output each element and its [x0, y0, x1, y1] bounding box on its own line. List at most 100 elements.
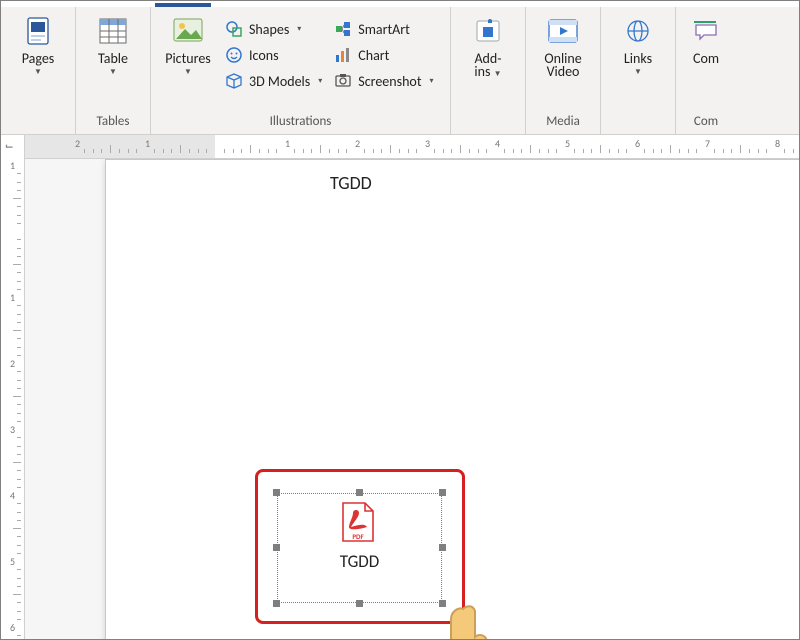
- ruler-tick: 7: [705, 137, 710, 150]
- group-label-illustrations: Illustrations: [151, 114, 450, 134]
- active-tab-underline: [155, 3, 211, 7]
- 3d-models-label: 3D Models: [249, 73, 310, 90]
- group-media: Online Video Media: [526, 7, 601, 134]
- pictures-icon: [172, 15, 204, 47]
- pictures-label: Pictures: [165, 51, 211, 66]
- ruler-tick: 1: [1, 291, 24, 304]
- ruler-tick: 5: [565, 137, 570, 150]
- embedded-object-label: TGDD: [277, 551, 442, 572]
- horizontal-ruler: 2112345678: [25, 135, 799, 159]
- screenshot-icon: [334, 72, 352, 90]
- group-links: Links ▼: [601, 7, 676, 134]
- chevron-down-icon: ▼: [184, 68, 192, 77]
- chart-icon: [334, 46, 352, 64]
- group-addins: Add- ins ▼: [451, 7, 526, 134]
- table-icon: [97, 15, 129, 47]
- icons-icon: [225, 46, 243, 64]
- pages-button[interactable]: Pages ▼: [7, 11, 69, 77]
- resize-handle-tl[interactable]: [273, 489, 280, 496]
- chevron-down-icon: ▾: [318, 76, 322, 86]
- pages-icon: [22, 15, 54, 47]
- chart-label: Chart: [358, 47, 389, 64]
- addins-label-l2: ins ▼: [474, 64, 501, 79]
- ruler-tick: 3: [425, 137, 430, 150]
- table-button[interactable]: Table ▼: [82, 11, 144, 77]
- ribbon: Pages ▼ Table ▼ Tables: [1, 7, 799, 135]
- ruler-tick: 2: [1, 357, 24, 370]
- table-label: Table: [98, 51, 128, 66]
- links-button[interactable]: Links ▼: [607, 11, 669, 77]
- comments-button[interactable]: Com: [682, 11, 730, 66]
- icons-label: Icons: [249, 47, 279, 64]
- 3d-models-button[interactable]: 3D Models ▾: [219, 69, 328, 93]
- online-video-l2: Video: [547, 64, 580, 79]
- group-tables: Table ▼ Tables: [76, 7, 151, 134]
- chevron-down-icon: ▼: [34, 68, 42, 77]
- smartart-button[interactable]: SmartArt: [328, 17, 439, 41]
- workspace: ⌙ 11234567 2112345678 TGDD: [1, 135, 799, 639]
- smartart-label: SmartArt: [358, 21, 410, 38]
- ruler-tick: 1: [1, 159, 24, 172]
- ruler-tick: 1: [145, 137, 150, 150]
- addins-icon: [472, 15, 504, 47]
- chevron-down-icon: ▼: [634, 68, 642, 77]
- page[interactable]: TGDD: [105, 159, 799, 639]
- online-video-button[interactable]: Online Video: [532, 11, 594, 80]
- ruler-tick: 2: [75, 137, 80, 150]
- addins-button[interactable]: Add- ins ▼: [457, 11, 519, 80]
- group-label-pages: [1, 114, 75, 134]
- resize-handle-tm[interactable]: [356, 489, 363, 496]
- ruler-tick: 8: [775, 137, 780, 150]
- embedded-object[interactable]: PDF TGDD: [277, 493, 442, 603]
- pointer-hand-icon: [407, 599, 527, 639]
- shapes-icon: [225, 20, 243, 38]
- resize-handle-bl[interactable]: [273, 600, 280, 607]
- group-label-media: Media: [526, 114, 600, 134]
- group-label-links: [601, 114, 675, 134]
- shapes-label: Shapes: [249, 21, 289, 38]
- ruler-corner-icon: ⌙: [5, 139, 13, 152]
- comment-icon: [690, 15, 722, 47]
- group-illustrations: Pictures ▼ Shapes ▾ Icons 3D Models ▾: [151, 7, 451, 134]
- ruler-tick: 5: [1, 555, 24, 568]
- group-label-addins: [451, 114, 525, 134]
- chart-button[interactable]: Chart: [328, 43, 439, 67]
- ruler-tick: 6: [635, 137, 640, 150]
- document-area[interactable]: TGDD PDF TGDD: [25, 159, 799, 639]
- resize-handle-mr[interactable]: [439, 544, 446, 551]
- document-text: TGDD: [330, 172, 372, 194]
- icons-button[interactable]: Icons: [219, 43, 328, 67]
- group-label-tables: Tables: [76, 114, 150, 134]
- screenshot-label: Screenshot: [358, 73, 421, 90]
- ruler-tick: 2: [355, 137, 360, 150]
- resize-handle-bm[interactable]: [356, 600, 363, 607]
- links-label: Links: [624, 51, 652, 66]
- word-window: Pages ▼ Table ▼ Tables: [0, 0, 800, 640]
- comments-label: Com: [693, 51, 719, 66]
- resize-handle-ml[interactable]: [273, 544, 280, 551]
- group-label-comments: Com: [676, 114, 736, 134]
- ruler-tick: 3: [1, 423, 24, 436]
- ruler-margin-shade: [25, 135, 215, 158]
- pages-label: Pages: [22, 51, 55, 66]
- svg-text:PDF: PDF: [352, 532, 364, 541]
- resize-handle-tr[interactable]: [439, 489, 446, 496]
- ruler-tick: 6: [1, 621, 24, 634]
- vertical-ruler: ⌙ 11234567: [1, 135, 25, 639]
- chevron-down-icon: ▾: [430, 76, 434, 86]
- chevron-down-icon: ▼: [109, 68, 117, 77]
- ruler-tick: 4: [1, 489, 24, 502]
- ruler-tick: 4: [495, 137, 500, 150]
- online-video-icon: [547, 15, 579, 47]
- ribbon-tab-strip: [1, 1, 799, 7]
- screenshot-button[interactable]: Screenshot ▾: [328, 69, 439, 93]
- group-comments: Com Com: [676, 7, 736, 134]
- links-icon: [622, 15, 654, 47]
- chevron-down-icon: ▾: [297, 24, 301, 34]
- cube-icon: [225, 72, 243, 90]
- shapes-button[interactable]: Shapes ▾: [219, 17, 328, 41]
- pdf-icon: PDF: [339, 501, 377, 543]
- group-pages: Pages ▼: [1, 7, 76, 134]
- pictures-button[interactable]: Pictures ▼: [157, 11, 219, 77]
- smartart-icon: [334, 20, 352, 38]
